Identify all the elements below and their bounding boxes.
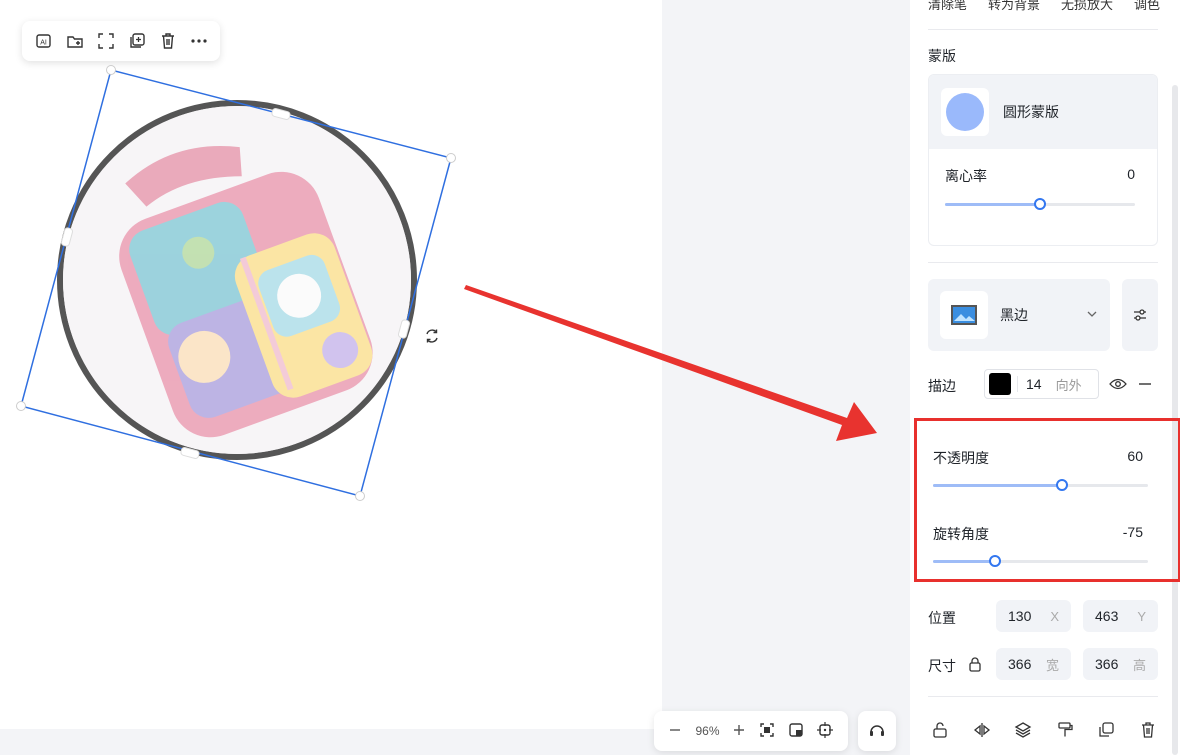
rotation-value[interactable]: -75 — [1123, 524, 1143, 544]
bottom-actions — [928, 718, 1160, 742]
eye-icon[interactable] — [1109, 376, 1127, 395]
more-icon[interactable] — [183, 25, 214, 57]
slider-knob[interactable] — [989, 555, 1002, 567]
slider-knob[interactable] — [1056, 479, 1068, 491]
frame-style-select[interactable]: 黑边 — [928, 279, 1110, 351]
remove-stroke-icon[interactable] — [1137, 376, 1153, 395]
height-value: 366 — [1095, 656, 1119, 672]
properties-panel: 清除笔 转为背景 无损放大 调色 蒙版 圆形蒙版 离心率 0 黑边 描边 14 … — [910, 0, 1180, 755]
divider — [928, 696, 1158, 697]
zoom-out-icon[interactable] — [668, 723, 682, 740]
ai-icon[interactable]: AI — [28, 25, 59, 57]
format-painter-icon[interactable] — [1053, 718, 1077, 742]
tab-to-background[interactable]: 转为背景 — [988, 0, 1040, 13]
layers-icon[interactable] — [1011, 718, 1035, 742]
position-x-value: 130 — [1008, 608, 1032, 624]
position-y-value: 463 — [1095, 608, 1119, 624]
slider-knob[interactable] — [1034, 198, 1046, 210]
eccentricity-label: 离心率 — [945, 168, 987, 184]
zoom-in-icon[interactable] — [732, 723, 746, 740]
position-y-input[interactable]: 463 Y — [1083, 600, 1158, 632]
width-value: 366 — [1008, 656, 1032, 672]
position-x-input[interactable]: 130 X — [996, 600, 1071, 632]
opacity-value[interactable]: 60 — [1127, 448, 1143, 468]
frame-name: 黑边 — [1000, 307, 1028, 323]
mask-selector[interactable]: 圆形蒙版 — [929, 75, 1157, 149]
mask-section-title: 蒙版 — [928, 48, 956, 64]
masked-image[interactable] — [57, 100, 417, 460]
rotation-slider[interactable] — [933, 555, 1148, 567]
trash-icon[interactable] — [1136, 718, 1160, 742]
circle-mask-icon — [946, 93, 984, 131]
customer-service-icon[interactable] — [858, 711, 896, 751]
flip-horizontal-icon[interactable] — [970, 718, 994, 742]
tab-eraser[interactable]: 清除笔 — [928, 0, 967, 13]
height-unit: 高 — [1132, 657, 1146, 673]
image-frame-icon — [951, 305, 977, 325]
eccentricity-value[interactable]: 0 — [1127, 166, 1135, 186]
copy-icon[interactable] — [1094, 718, 1118, 742]
eccentricity-row: 离心率 0 — [945, 166, 1135, 186]
center-icon[interactable] — [817, 721, 834, 741]
width-input[interactable]: 366 宽 — [996, 648, 1071, 680]
fit-screen-icon[interactable] — [759, 722, 775, 741]
opacity-row: 不透明度 60 — [933, 448, 1143, 468]
crop-frame-icon[interactable] — [90, 25, 121, 57]
stroke-control: 14 向外 — [984, 369, 1099, 399]
panel-scrollbar[interactable] — [1172, 85, 1178, 755]
backpack-image — [63, 106, 411, 454]
frame-thumbnail — [940, 291, 988, 339]
zoom-level[interactable]: 96% — [695, 724, 719, 738]
layer-view-icon[interactable] — [788, 722, 804, 741]
size-label: 尺寸 — [928, 658, 956, 674]
slider-fill — [933, 560, 996, 563]
zoom-toolbar: 96% — [654, 711, 848, 751]
frame-settings-icon[interactable] — [1122, 279, 1158, 351]
mask-thumbnail — [941, 88, 989, 136]
width-unit: 宽 — [1045, 657, 1059, 673]
position-y-unit: Y — [1137, 608, 1146, 624]
stroke-position[interactable]: 向外 — [1050, 375, 1082, 394]
floating-toolbar: AI — [22, 21, 220, 61]
stroke-label: 描边 — [928, 378, 956, 394]
mask-card: 圆形蒙版 — [928, 74, 1158, 246]
rotation-row: 旋转角度 -75 — [933, 524, 1143, 544]
position-label: 位置 — [928, 610, 956, 626]
slider-fill — [945, 203, 1040, 206]
height-input[interactable]: 366 高 — [1083, 648, 1158, 680]
position-x-unit: X — [1050, 608, 1059, 624]
divider — [928, 262, 1158, 263]
svg-text:AI: AI — [40, 40, 47, 47]
lock-icon[interactable] — [967, 656, 983, 675]
stroke-color-swatch[interactable] — [989, 373, 1011, 395]
chevron-down-icon — [1086, 307, 1098, 323]
divider — [928, 29, 1158, 30]
tab-upscale[interactable]: 无损放大 — [1061, 0, 1113, 13]
delete-icon[interactable] — [152, 25, 183, 57]
duplicate-icon[interactable] — [121, 25, 152, 57]
opacity-slider[interactable] — [933, 479, 1148, 491]
add-folder-icon[interactable] — [59, 25, 90, 57]
opacity-label: 不透明度 — [933, 450, 989, 466]
stroke-width-input[interactable]: 14 — [1017, 376, 1050, 392]
unlock-icon[interactable] — [928, 718, 952, 742]
top-tool-tabs: 清除笔 转为背景 无损放大 调色 — [928, 0, 1160, 13]
mask-name: 圆形蒙版 — [1003, 104, 1059, 120]
tab-color-adjust[interactable]: 调色 — [1134, 0, 1160, 13]
rotation-label: 旋转角度 — [933, 526, 989, 542]
eccentricity-slider[interactable] — [945, 198, 1135, 210]
slider-fill — [933, 484, 1062, 487]
